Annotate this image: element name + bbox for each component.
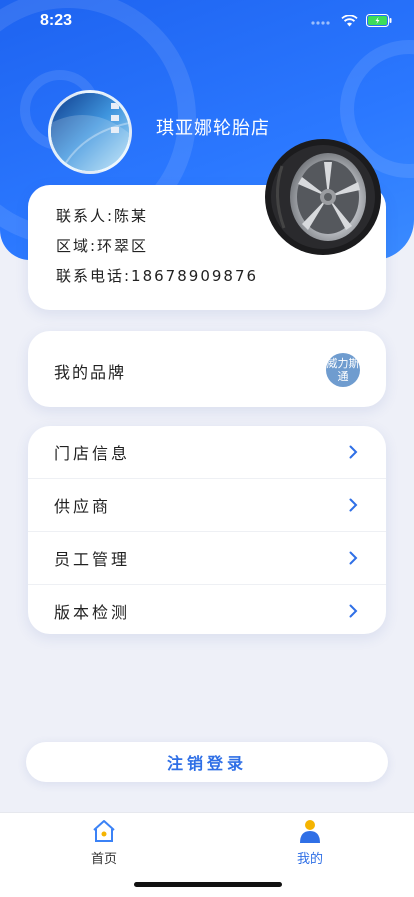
store-name: 琪亚娜轮胎店: [156, 118, 270, 139]
chevron-right-icon: [349, 498, 358, 512]
menu-item-version-check[interactable]: 版本检测: [28, 585, 386, 634]
chevron-right-icon: [349, 604, 358, 618]
tab-home[interactable]: 首页: [74, 819, 134, 867]
tab-home-label: 首页: [90, 852, 117, 867]
avatar-image: [51, 93, 129, 171]
battery-icon: [366, 14, 392, 27]
menu-item-store-info[interactable]: 门店信息: [28, 426, 386, 479]
status-icons: [311, 14, 392, 27]
status-bar: 8:23: [0, 0, 414, 44]
menu-item-label: 员工管理: [54, 550, 131, 569]
tire-illustration: [265, 139, 381, 255]
menu-item-staff-management[interactable]: 员工管理: [28, 532, 386, 585]
logout-button[interactable]: 注销登录: [26, 742, 388, 782]
user-icon: [300, 820, 320, 843]
cellular-signal-icon: [311, 20, 330, 25]
menu-item-label: 供应商: [54, 497, 112, 516]
wifi-icon: [341, 14, 358, 26]
chevron-right-icon: [349, 551, 358, 565]
tab-mine-label: 我的: [296, 852, 323, 867]
brand-logo: 威力斯通: [326, 353, 360, 387]
chevron-right-icon: [349, 445, 358, 459]
home-indicator: [134, 882, 282, 887]
avatar[interactable]: [48, 90, 132, 174]
home-icon: [93, 820, 115, 842]
tab-mine[interactable]: 我的: [280, 819, 340, 867]
contact-person: 联系人:陈某: [56, 207, 149, 225]
region: 区域:环翠区: [56, 237, 149, 255]
menu-item-supplier[interactable]: 供应商: [28, 479, 386, 532]
status-time: 8:23: [40, 12, 73, 29]
my-brand-card[interactable]: 我的品牌 威力斯通: [28, 331, 386, 407]
menu-item-label: 版本检测: [54, 603, 131, 622]
phone-number: 联系电话:18678909876: [56, 267, 259, 285]
my-brand-label: 我的品牌: [54, 363, 127, 382]
menu-item-label: 门店信息: [54, 444, 131, 463]
settings-menu-card: 门店信息 供应商 员工管理 版本检测: [28, 426, 386, 634]
